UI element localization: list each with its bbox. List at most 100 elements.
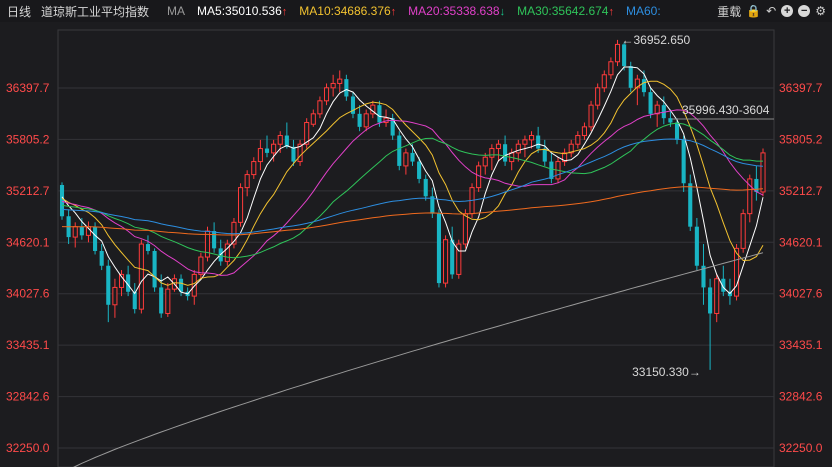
y-tick-label-left: 36397.7: [6, 81, 50, 95]
candle-body: [628, 66, 633, 88]
candle-body: [79, 226, 84, 236]
candle-body: [106, 265, 111, 305]
y-tick-label-left: 34027.6: [6, 287, 50, 301]
candle-body: [417, 161, 422, 179]
undo-icon[interactable]: ↶: [766, 4, 776, 18]
candle-body: [740, 213, 746, 249]
candle-body: [503, 144, 508, 162]
candle-body: [93, 226, 98, 251]
lock-icon[interactable]: 🔒: [746, 4, 761, 18]
candle-body: [595, 87, 601, 106]
candle-body: [277, 135, 283, 145]
y-tick-label-right: 35805.2: [779, 132, 823, 146]
candle-body: [212, 231, 217, 249]
candle-body: [138, 243, 144, 310]
candle-body: [152, 250, 157, 288]
ma-legend-item: MA60:: [626, 4, 661, 18]
y-tick-label-left: 32250.0: [6, 441, 50, 455]
candle-body: [588, 104, 594, 128]
ma5-line: [61, 66, 764, 295]
candle-body: [688, 183, 693, 227]
candle-body: [641, 79, 647, 93]
candle-body: [410, 152, 415, 162]
trend-arrow-icon: ↑: [390, 6, 397, 18]
candle-body: [377, 105, 382, 123]
candle-body: [622, 44, 627, 67]
y-tick-label-right: 33435.1: [779, 338, 823, 352]
candle-body: [271, 143, 277, 154]
low-annotation: 33150.330→: [632, 365, 701, 379]
candle-body: [450, 239, 455, 275]
y-tick-label-left: 33435.1: [6, 338, 50, 352]
restore-button[interactable]: 重载: [717, 3, 741, 20]
y-tick-label-right: 36397.7: [779, 81, 823, 95]
candle-body: [397, 135, 402, 166]
candle-body: [581, 126, 587, 137]
candle-body: [403, 152, 409, 167]
candle-body: [99, 250, 104, 266]
candle-body: [72, 226, 78, 238]
ma120-line: [61, 186, 764, 236]
candle-body: [482, 156, 488, 167]
trend-arrow-icon: ↑: [608, 6, 614, 18]
candle-body: [198, 256, 204, 275]
candle-body: [238, 187, 244, 223]
ma-legend-value: MA60:: [625, 4, 661, 18]
candle-body: [575, 135, 581, 145]
toolbar: 重载 🔒 ↶ + − ⚙: [702, 0, 832, 22]
candle-body: [522, 139, 528, 145]
candle-body: [363, 113, 369, 128]
candle-body: [344, 79, 349, 97]
candle-body: [317, 100, 323, 115]
y-tick-label-right: 34620.1: [779, 235, 823, 249]
candle-body: [436, 213, 442, 284]
zoom-in-icon[interactable]: +: [781, 5, 794, 17]
candle-body: [112, 286, 118, 306]
ma-legend-value: MA30:35642.674: [517, 4, 609, 18]
period-selector[interactable]: 日线: [7, 3, 31, 20]
candle-body: [528, 135, 535, 141]
candle-body: [681, 139, 686, 184]
y-tick-label-left: 32842.6: [6, 390, 50, 404]
candle-body: [608, 61, 614, 76]
candle-body: [291, 146, 296, 162]
candle-body: [244, 174, 250, 189]
ma-legend-item: MA30:35642.674↑: [517, 4, 614, 18]
candle-body: [357, 113, 362, 127]
plot-frame: [57, 29, 775, 467]
y-tick-label-left: 34620.1: [6, 235, 50, 249]
index-name: 道琼斯工业平均指数: [41, 4, 150, 19]
candle-body: [668, 118, 673, 123]
ma20-line: [61, 109, 764, 276]
candle-body: [462, 213, 468, 245]
ma-legend-value: MA10:34686.376: [299, 4, 391, 18]
y-tick-label-left: 35212.7: [6, 184, 50, 198]
high-annotation: ←36952.650: [622, 33, 691, 47]
candle-body: [714, 278, 720, 314]
candle-body: [165, 288, 171, 314]
candle-body: [310, 113, 316, 125]
zoom-out-icon[interactable]: −: [798, 5, 811, 17]
candle-body: [674, 122, 680, 140]
candlestick-chart[interactable]: 36397.7 36397.7 35805.2 35805.2 35212.7 35212…: [0, 22, 832, 467]
candle-body: [159, 287, 164, 314]
candle-body: [694, 226, 699, 266]
y-tick-label-right: 35212.7: [779, 184, 823, 198]
candle-body: [601, 74, 607, 89]
candle-body: [542, 148, 547, 162]
y-tick-label-right: 34027.6: [779, 287, 823, 301]
candle-body: [708, 287, 713, 314]
trend-arrow-icon: ↑: [281, 6, 288, 18]
ma-legend-value: MA20:35338.638: [408, 4, 500, 18]
candle-body: [614, 43, 621, 63]
candle-body: [515, 143, 521, 154]
ma-legend: MA5:35010.536↑ MA10:34686.376↑ MA20:35338.…: [185, 4, 661, 18]
trend-arrow-icon: ↓: [499, 6, 506, 18]
y-tick-label-right: 32842.6: [779, 390, 823, 404]
ma-toggle[interactable]: MA: [167, 4, 185, 18]
candle-body: [476, 165, 482, 189]
candle-body: [423, 178, 428, 197]
settings-icon[interactable]: ⚙: [815, 4, 826, 18]
ma-legend-item: MA5:35010.536↑: [197, 4, 287, 18]
y-tick-label-right: 32250.0: [779, 441, 823, 455]
